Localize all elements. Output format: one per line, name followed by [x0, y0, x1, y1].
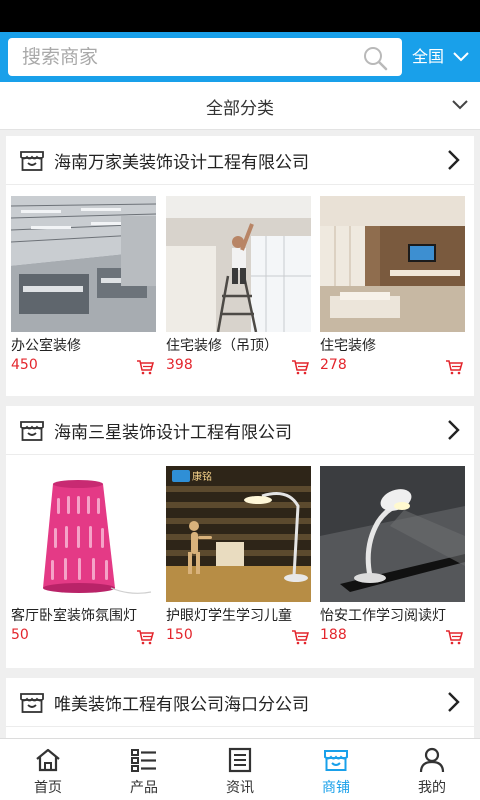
list-icon — [131, 749, 156, 772]
category-filter[interactable]: 全部分类 — [0, 82, 480, 130]
news-icon — [228, 747, 252, 773]
product-title: 客厅卧室装饰氛围灯 — [11, 608, 137, 624]
cart-icon[interactable] — [291, 629, 309, 645]
nav-label: 商铺 — [322, 780, 350, 796]
product-item[interactable]: 怡安工作学习阅读灯 188 — [320, 466, 465, 648]
chevron-right-icon — [448, 692, 460, 712]
product-item[interactable]: 住宅装修 278 — [320, 196, 465, 378]
search-icon[interactable] — [362, 45, 388, 71]
shop-card: 唯美装饰工程有限公司海口分公司 — [6, 678, 474, 738]
product-price: 278 — [320, 357, 347, 373]
chevron-down-icon — [452, 100, 468, 110]
nav-label: 首页 — [34, 780, 62, 796]
shop-header[interactable]: 海南万家美装饰设计工程有限公司 — [6, 136, 474, 185]
shop-name: 海南三星装饰设计工程有限公司 — [54, 423, 292, 443]
store-icon — [20, 421, 44, 441]
search-placeholder: 搜索商家 — [22, 46, 99, 68]
cart-icon[interactable] — [136, 359, 154, 375]
user-icon — [419, 747, 445, 773]
chevron-right-icon — [448, 420, 460, 440]
store-icon — [20, 693, 44, 713]
chevron-down-icon — [453, 52, 469, 62]
product-title: 护眼灯学生学习儿童 — [166, 608, 292, 624]
product-item[interactable]: 办公室装修 450 — [11, 196, 156, 378]
product-item[interactable]: 住宅装修（吊顶） 398 — [166, 196, 311, 378]
product-title: 办公室装修 — [11, 338, 81, 354]
nav-home[interactable]: 首页 — [0, 739, 96, 800]
shop-name: 唯美装饰工程有限公司海口分公司 — [54, 695, 309, 715]
nav-label: 资讯 — [226, 780, 254, 796]
product-image — [320, 466, 465, 602]
product-title: 怡安工作学习阅读灯 — [320, 608, 446, 624]
product-title: 住宅装修 — [320, 338, 376, 354]
cart-icon[interactable] — [445, 359, 463, 375]
nav-products[interactable]: 产品 — [96, 739, 192, 800]
category-filter-label: 全部分类 — [206, 99, 274, 119]
product-image — [166, 196, 311, 332]
product-title: 住宅装修（吊顶） — [166, 338, 278, 354]
product-price: 150 — [166, 627, 193, 643]
shop-card: 海南三星装饰设计工程有限公司 客厅卧室装饰氛围灯 50 康铭 护眼灯学生学习儿童… — [6, 406, 474, 668]
home-icon — [36, 748, 60, 772]
bottom-nav: 首页 产品 资讯 商铺 我的 — [0, 738, 480, 800]
product-price: 450 — [11, 357, 38, 373]
product-image: 康铭 — [166, 466, 311, 602]
store-icon — [20, 151, 44, 171]
search-input[interactable]: 搜索商家 — [8, 38, 402, 76]
product-image — [11, 466, 156, 602]
shop-card: 海南万家美装饰设计工程有限公司 办公室装修 450 住宅装修（吊顶） 398 住… — [6, 136, 474, 396]
status-bar — [0, 0, 480, 32]
nav-label: 产品 — [130, 780, 158, 796]
shop-name: 海南万家美装饰设计工程有限公司 — [54, 153, 309, 173]
product-price: 188 — [320, 627, 347, 643]
cart-icon[interactable] — [136, 629, 154, 645]
shop-header[interactable]: 唯美装饰工程有限公司海口分公司 — [6, 678, 474, 727]
product-image — [11, 196, 156, 332]
product-image — [320, 196, 465, 332]
nav-label: 我的 — [418, 780, 446, 796]
product-item[interactable]: 客厅卧室装饰氛围灯 50 — [11, 466, 156, 648]
shop-icon — [324, 750, 348, 771]
region-label: 全国 — [412, 47, 445, 66]
shop-header[interactable]: 海南三星装饰设计工程有限公司 — [6, 406, 474, 455]
cart-icon[interactable] — [445, 629, 463, 645]
cart-icon[interactable] — [291, 359, 309, 375]
product-price: 50 — [11, 627, 29, 643]
nav-shops[interactable]: 商铺 — [288, 739, 384, 800]
search-header: 搜索商家 全国 — [0, 32, 480, 82]
brand-logo-text: 康铭 — [192, 470, 212, 483]
region-selector[interactable]: 全国 — [412, 32, 476, 82]
nav-news[interactable]: 资讯 — [192, 739, 288, 800]
nav-mine[interactable]: 我的 — [384, 739, 480, 800]
product-price: 398 — [166, 357, 193, 373]
chevron-right-icon — [448, 150, 460, 170]
product-item[interactable]: 康铭 护眼灯学生学习儿童 150 — [166, 466, 311, 648]
